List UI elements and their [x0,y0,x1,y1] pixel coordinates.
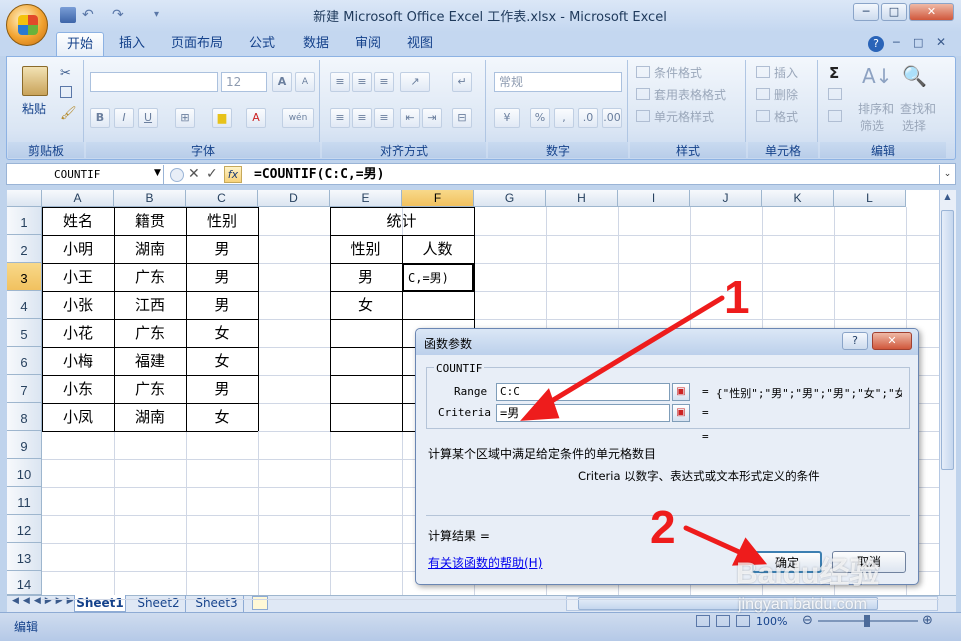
annotation-number-2: 2 [650,501,676,553]
arrow-1-head [520,388,560,421]
office-logo-icon [18,15,38,35]
office-button[interactable] [6,4,48,46]
watermark-brand: Baidu经验 [736,557,880,590]
watermark-url: jingyan.baidu.com [738,596,867,613]
arrow-1-line [537,295,725,411]
annotation-overlay [520,295,768,566]
annotation-number-1: 1 [724,271,750,323]
